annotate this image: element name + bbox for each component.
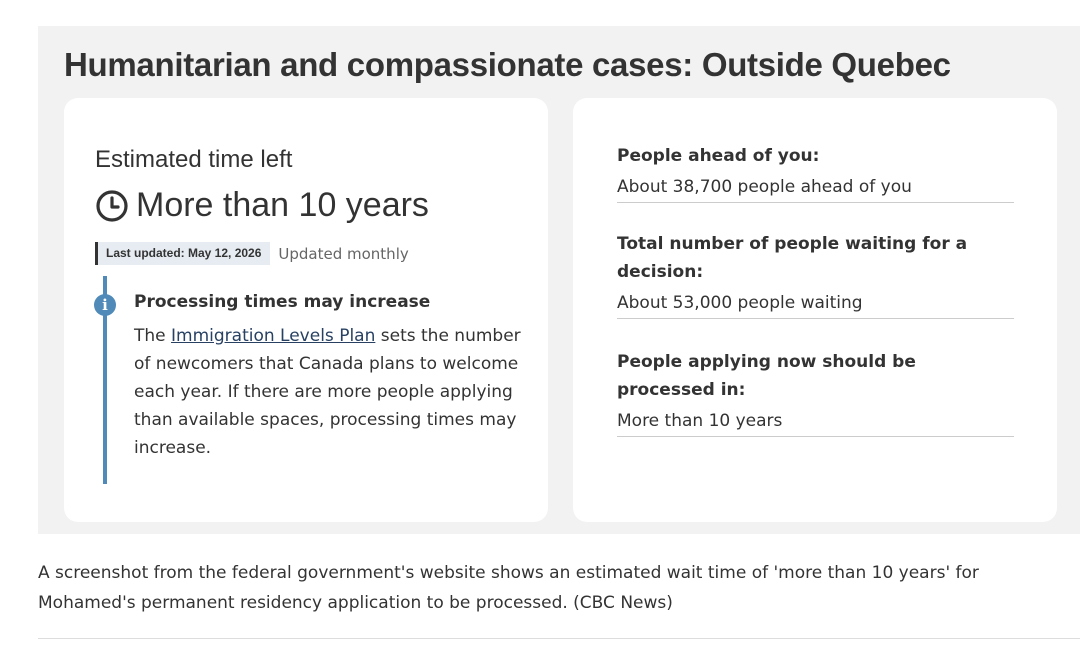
alert-text-before-link: The <box>134 326 172 346</box>
last-updated-badge: Last updated: May 12, 2026 <box>95 242 271 265</box>
people-ahead-block: People ahead of you: About 38,700 people… <box>617 142 1014 203</box>
processing-estimate-block: People applying now should be processed … <box>617 348 1014 437</box>
image-caption: A screenshot from the federal government… <box>38 563 979 613</box>
queue-details-card: People ahead of you: About 38,700 people… <box>573 98 1057 522</box>
update-frequency: Updated monthly <box>278 244 409 263</box>
estimated-time-label: Estimated time left <box>95 146 293 173</box>
estimated-time-row: More than 10 years <box>95 186 429 225</box>
immigration-levels-plan-link[interactable]: Immigration Levels Plan <box>171 326 375 346</box>
alert-title: Processing times may increase <box>134 292 431 312</box>
people-ahead-value: About 38,700 people ahead of you <box>617 176 1014 203</box>
total-waiting-block: Total number of people waiting for a dec… <box>617 230 1014 319</box>
estimated-time-card: Estimated time left More than 10 years L… <box>64 98 548 522</box>
processing-times-panel: Humanitarian and compassionate cases: Ou… <box>38 26 1080 534</box>
caption-divider <box>38 638 1080 639</box>
clock-icon <box>95 189 129 223</box>
page-title: Humanitarian and compassionate cases: Ou… <box>64 46 951 83</box>
last-updated-row: Last updated: May 12, 2026 Updated month… <box>95 242 409 265</box>
info-icon: i <box>94 294 116 316</box>
alert-body: The Immigration Levels Plan sets the num… <box>134 322 522 462</box>
processing-estimate-value: More than 10 years <box>617 410 1014 437</box>
total-waiting-value: About 53,000 people waiting <box>617 292 1014 319</box>
total-waiting-label: Total number of people waiting for a dec… <box>617 234 968 282</box>
processing-estimate-label: People applying now should be processed … <box>617 352 916 400</box>
people-ahead-label: People ahead of you: <box>617 146 820 166</box>
estimated-time-value: More than 10 years <box>136 186 429 224</box>
